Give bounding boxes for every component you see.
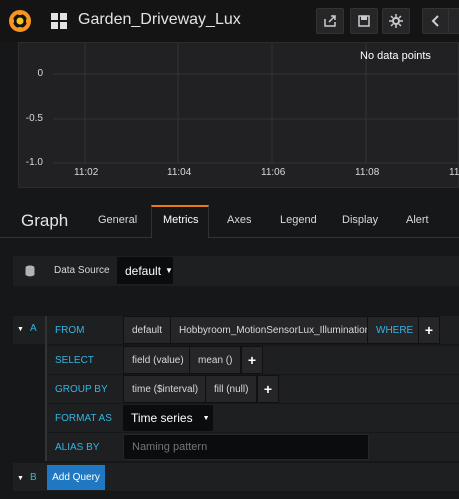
format-label: FORMAT AS	[55, 413, 112, 424]
format-select[interactable]: Time series ▼	[123, 405, 213, 431]
tab-general[interactable]: General	[98, 214, 137, 226]
add-select-button[interactable]: +	[241, 346, 263, 374]
settings-button[interactable]	[382, 8, 410, 34]
format-value: Time series	[131, 411, 193, 425]
x-tick-label: 11:10	[449, 167, 459, 178]
editor-title: Graph	[21, 211, 69, 230]
gear-icon	[389, 14, 403, 28]
share-button[interactable]	[316, 8, 344, 34]
dashboard-title[interactable]: Garden_Driveway_Lux	[78, 11, 241, 29]
query-a-toggle[interactable]: ▼ A	[17, 323, 37, 334]
tab-display[interactable]: Display	[342, 214, 378, 226]
save-button[interactable]	[350, 8, 378, 34]
select-field-segment[interactable]: field (value)	[123, 346, 193, 374]
x-tick-label: 11:06	[261, 167, 286, 178]
share-icon	[324, 15, 336, 27]
time-picker-button[interactable]	[448, 8, 459, 34]
tab-axes[interactable]: Axes	[227, 214, 251, 226]
chevron-left-icon	[431, 15, 439, 27]
database-icon	[25, 265, 35, 277]
datasource-value: default	[125, 263, 162, 278]
caret-down-icon: ▼	[202, 414, 210, 422]
add-query-button[interactable]: Add Query	[47, 465, 105, 490]
datasource-select[interactable]: default ▼	[117, 257, 173, 284]
back-button[interactable]	[422, 8, 450, 34]
alias-input[interactable]	[123, 434, 369, 460]
tab-legend[interactable]: Legend	[280, 214, 317, 226]
where-segment[interactable]: WHERE	[367, 316, 423, 344]
y-tick-label: -1.0	[25, 157, 43, 168]
query-letter: A	[29, 323, 37, 334]
query-b-toggle[interactable]: ▼ B	[17, 472, 37, 483]
add-where-button[interactable]: +	[418, 316, 440, 344]
group-fill-segment[interactable]: fill (null)	[205, 375, 258, 403]
y-tick-label: 0	[37, 68, 43, 79]
alias-label: ALIAS BY	[55, 442, 100, 453]
from-label: FROM	[55, 325, 85, 336]
caret-down-icon: ▼	[165, 266, 173, 275]
retention-policy-segment[interactable]: default	[123, 316, 172, 344]
no-data-message: No data points	[360, 50, 431, 62]
save-icon	[358, 15, 370, 27]
x-tick-label: 11:04	[167, 167, 192, 178]
select-function-segment[interactable]: mean ()	[189, 346, 242, 374]
top-navbar: Garden_Driveway_Lux	[0, 0, 459, 42]
y-tick-label: -0.5	[25, 113, 43, 124]
caret-down-icon: ▼	[17, 326, 24, 333]
x-tick-label: 11:08	[355, 167, 380, 178]
datasource-label: Data Source	[54, 265, 110, 276]
add-group-button[interactable]: +	[257, 375, 279, 403]
group-by-label: GROUP BY	[55, 384, 108, 395]
tab-alert[interactable]: Alert	[406, 214, 429, 226]
x-tick-label: 11:02	[74, 167, 99, 178]
tab-metrics[interactable]: Metrics	[163, 214, 198, 226]
query-letter: B	[29, 472, 37, 483]
grafana-logo-icon[interactable]	[8, 9, 32, 33]
measurement-segment[interactable]: Hobbyroom_MotionSensorLux_Illumination	[170, 316, 380, 344]
caret-down-icon: ▼	[17, 475, 24, 482]
dashboard-grid-icon[interactable]	[50, 12, 68, 30]
group-time-segment[interactable]: time ($interval)	[123, 375, 208, 403]
select-label: SELECT	[55, 355, 94, 366]
datasource-row: Data Source default ▼	[13, 256, 459, 286]
graph-panel[interactable]: No data points 0 -0.5 -1.0 11:02 11:04 1…	[18, 42, 459, 188]
